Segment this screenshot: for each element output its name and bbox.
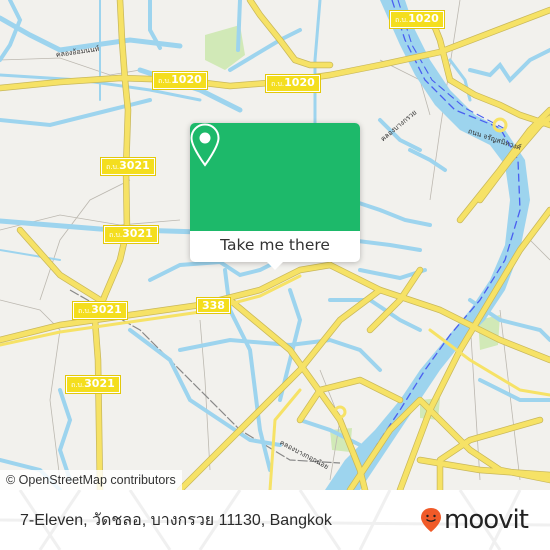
road — [327, 262, 550, 363]
road-shield-1020: ถ.บ.1020 — [265, 74, 321, 93]
moovit-logo[interactable]: moovit — [420, 503, 529, 537]
canal — [148, 258, 282, 282]
road-shield-3021: ถ.บ.3021 — [65, 375, 121, 394]
location-popup: Take me there — [190, 123, 360, 270]
location-address: 7-Eleven, วัดชลอ, บางกรวย 11130, Bangkok — [20, 512, 332, 529]
canal — [348, 238, 422, 252]
canal — [57, 388, 73, 482]
road-shield-338: 338 — [196, 297, 231, 314]
canal — [128, 328, 282, 447]
footer-bar: 7-Eleven, วัดชลอ, บางกรวย 11130, Bangkok… — [0, 490, 550, 550]
take-me-there-button[interactable]: Take me there — [190, 231, 360, 262]
road — [347, 397, 550, 490]
popup-header — [190, 123, 360, 231]
moovit-wordmark: moovit — [444, 505, 529, 535]
road-shield-3021: ถ.บ.3021 — [72, 301, 128, 320]
map-pin-icon — [190, 123, 220, 167]
roundabout — [333, 405, 347, 419]
canal — [468, 48, 550, 84]
canal — [236, 0, 242, 52]
road-shield-3021: ถ.บ.3021 — [103, 225, 159, 244]
road-shield-1020: ถ.บ.1020 — [389, 10, 445, 29]
popup-tail — [267, 262, 283, 270]
canal — [0, 0, 23, 62]
road-shield-1020: ถ.บ.1020 — [152, 71, 208, 90]
canal — [408, 148, 447, 172]
osm-attribution[interactable]: © OpenStreetMap contributors — [0, 470, 182, 490]
canal — [0, 218, 203, 235]
minor-street — [0, 57, 141, 76]
road-shield-3021: ถ.บ.3021 — [100, 157, 156, 176]
canal — [348, 198, 432, 227]
moovit-smiley-pin-icon — [421, 508, 441, 532]
canal — [0, 249, 61, 261]
map-canvas[interactable]: ถ.บ.1020 ถ.บ.1020 ถ.บ.1020 ถ.บ.3021 ถ.บ.… — [0, 0, 550, 490]
canal — [478, 378, 550, 402]
